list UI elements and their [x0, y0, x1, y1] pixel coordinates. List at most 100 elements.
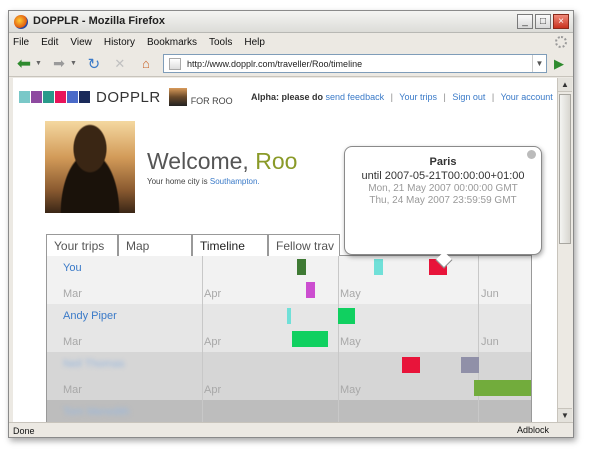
trip-block[interactable]: [338, 308, 355, 324]
vertical-scrollbar[interactable]: ▲ ▼: [557, 78, 572, 422]
for-user-label: FOR ROO: [190, 96, 233, 106]
menu-history[interactable]: History: [104, 37, 135, 48]
tab-your-trips[interactable]: Your trips: [46, 234, 118, 256]
month-divider: [338, 352, 339, 400]
month-label: Apr: [204, 384, 222, 396]
logo-swatch: [67, 91, 78, 103]
logo-swatch: [19, 91, 30, 103]
timeline-row: Neil Thomas Mar Apr May: [47, 352, 531, 400]
popup-close-icon[interactable]: [527, 150, 536, 159]
month-label: Jun: [481, 288, 499, 300]
trip-block[interactable]: [292, 331, 328, 347]
welcome-heading: Welcome, Roo: [147, 148, 297, 175]
month-divider: [338, 400, 339, 422]
account-links: Alpha: please do send feedback | Your tr…: [251, 92, 553, 102]
link-separator: |: [443, 92, 446, 102]
month-divider: [478, 256, 479, 304]
menu-help[interactable]: Help: [244, 37, 265, 48]
minimize-button[interactable]: _: [517, 14, 533, 29]
throbber-icon: [555, 36, 567, 48]
trip-block[interactable]: [297, 259, 306, 275]
your-trips-link[interactable]: Your trips: [399, 92, 437, 102]
send-feedback-link[interactable]: send feedback: [326, 92, 385, 102]
tab-fellow-travellers[interactable]: Fellow trav: [268, 234, 340, 256]
maximize-button[interactable]: □: [535, 14, 551, 29]
month-divider: [478, 400, 479, 422]
status-text: Done: [13, 425, 35, 436]
logo-swatch: [55, 91, 66, 103]
back-history-dropdown-icon[interactable]: ▼: [35, 60, 42, 67]
month-label: Jun: [481, 336, 499, 348]
popup-until-date: until 2007-05-21T00:00:00+01:00: [361, 170, 525, 182]
welcome-name: Roo: [255, 148, 298, 174]
timeline-row: Andy Piper Mar Apr May Jun: [47, 304, 531, 352]
month-label: May: [340, 288, 361, 300]
sign-out-link[interactable]: Sign out: [452, 92, 485, 102]
page-content: DOPPLR FOR ROO Alpha: please do send fee…: [13, 78, 557, 422]
trip-block[interactable]: [306, 282, 315, 298]
site-favicon-icon: [169, 57, 181, 70]
popup-start-date: Mon, 21 May 2007 00:00:00 GMT: [368, 183, 518, 194]
trip-popup: Paris until 2007-05-21T00:00:00+01:00 Mo…: [344, 146, 542, 269]
month-divider: [338, 256, 339, 304]
menu-edit[interactable]: Edit: [41, 37, 58, 48]
scroll-up-icon[interactable]: ▲: [558, 78, 572, 92]
forward-history-dropdown-icon[interactable]: ▼: [70, 60, 77, 67]
month-divider: [202, 304, 203, 352]
browser-window: DOPPLR - Mozilla Firefox _ □ × File Edit…: [8, 10, 574, 438]
month-divider: [202, 352, 203, 400]
logo-swatch: [79, 91, 90, 103]
month-label: Apr: [204, 336, 222, 348]
navigation-toolbar: ⬅ ▼ ➡ ▼ ↻ ✕ ⌂ http://www.dopplr.com/trav…: [9, 51, 573, 77]
title-bar: DOPPLR - Mozilla Firefox _ □ ×: [9, 11, 573, 33]
timeline-row: You Mar Apr May Jun: [47, 256, 531, 304]
month-divider: [478, 304, 479, 352]
reload-icon[interactable]: ↻: [83, 54, 105, 74]
menu-tools[interactable]: Tools: [209, 37, 232, 48]
stop-icon[interactable]: ✕: [109, 54, 131, 74]
menu-bookmarks[interactable]: Bookmarks: [147, 37, 197, 48]
status-bar: Done Adblock: [9, 422, 573, 437]
back-arrow-icon[interactable]: ⬅: [13, 54, 35, 74]
address-url[interactable]: http://www.dopplr.com/traveller/Roo/time…: [187, 59, 532, 69]
month-label: Mar: [63, 288, 82, 300]
month-label: May: [340, 336, 361, 348]
traveller-name-link[interactable]: Neil Thomas: [63, 358, 125, 370]
address-dropdown-icon[interactable]: ▼: [532, 55, 546, 72]
trip-block[interactable]: [474, 380, 531, 396]
menu-view[interactable]: View: [70, 37, 92, 48]
month-label: Mar: [63, 384, 82, 396]
traveller-name-link[interactable]: Tom Meredith: [63, 406, 130, 418]
scroll-down-icon[interactable]: ▼: [558, 408, 572, 422]
timeline: You Mar Apr May Jun Andy Piper Mar Apr M…: [46, 256, 532, 422]
address-bar[interactable]: http://www.dopplr.com/traveller/Roo/time…: [163, 54, 547, 73]
traveller-name-link[interactable]: Andy Piper: [63, 310, 117, 322]
welcome-prefix: Welcome,: [147, 148, 249, 174]
traveller-name-link[interactable]: You: [63, 262, 82, 274]
link-separator: |: [390, 92, 393, 102]
your-account-link[interactable]: Your account: [501, 92, 553, 102]
forward-arrow-icon[interactable]: ➡: [48, 54, 70, 74]
go-arrow-icon[interactable]: ▶: [551, 56, 567, 72]
trip-block[interactable]: [461, 357, 479, 373]
home-city-prefix: Your home city is: [147, 177, 208, 186]
dopplr-logo[interactable]: DOPPLR FOR ROO: [19, 88, 233, 106]
tab-map[interactable]: Map: [118, 234, 192, 256]
trip-block[interactable]: [374, 259, 383, 275]
tab-timeline[interactable]: Timeline: [192, 234, 268, 257]
month-divider: [202, 400, 203, 422]
trip-block[interactable]: [287, 308, 291, 324]
month-label: Mar: [63, 336, 82, 348]
popup-title: Paris: [429, 156, 457, 168]
home-icon[interactable]: ⌂: [135, 54, 157, 74]
scroll-thumb[interactable]: [559, 94, 571, 244]
firefox-icon: [14, 15, 28, 29]
trip-block[interactable]: [402, 357, 420, 373]
alpha-label: Alpha: please do: [251, 92, 324, 102]
menu-file[interactable]: File: [13, 37, 29, 48]
adblock-status[interactable]: Adblock: [517, 425, 549, 435]
home-city-link[interactable]: Southampton.: [210, 177, 260, 186]
window-title: DOPPLR - Mozilla Firefox: [33, 15, 166, 27]
link-separator: |: [491, 92, 495, 102]
close-button[interactable]: ×: [553, 14, 569, 29]
